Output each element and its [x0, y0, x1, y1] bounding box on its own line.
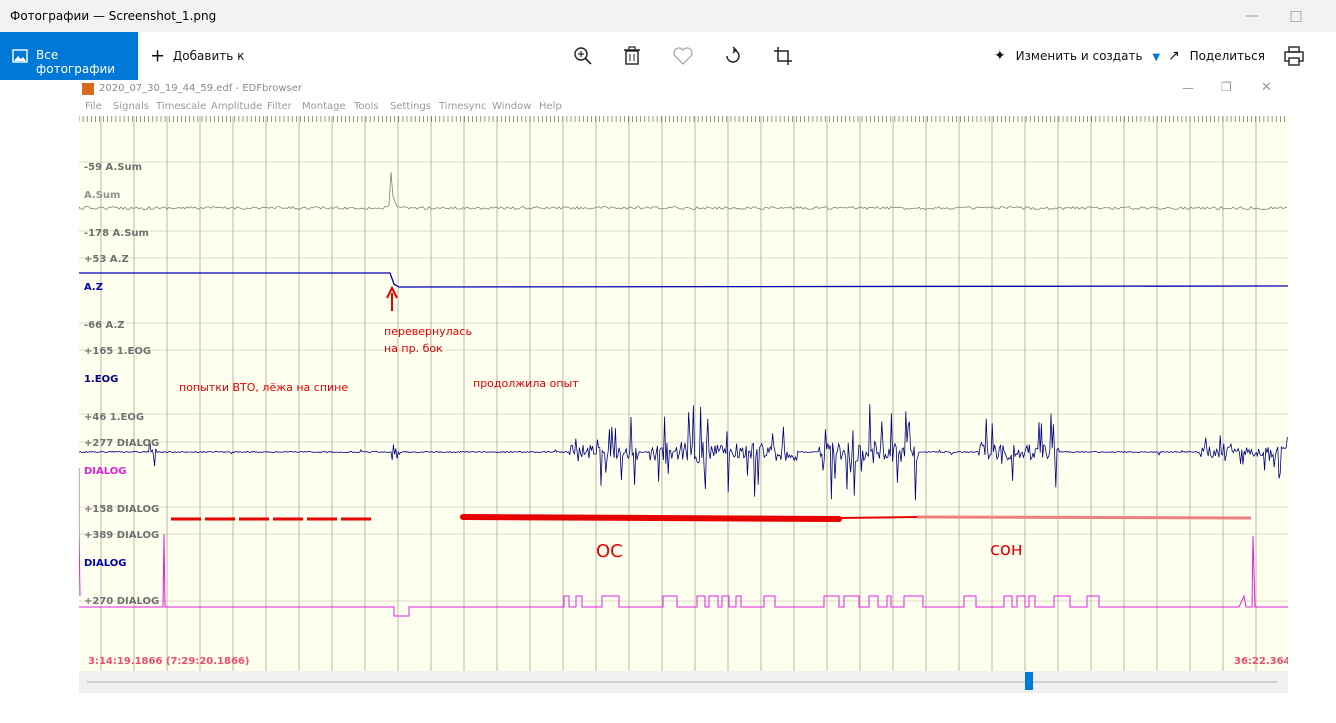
os-bar [460, 514, 842, 522]
annotation-continued: продолжила опыт [473, 377, 579, 390]
edit-create-label: Изменить и создать [1015, 49, 1143, 63]
annotation-sleep: сон [990, 539, 1023, 560]
menu-timescale[interactable]: Timescale [156, 101, 206, 112]
share-label: Поделиться [1189, 49, 1265, 63]
print-icon[interactable] [1282, 44, 1306, 68]
az-bottom-label: -66 A.Z [84, 320, 125, 331]
annotation-arrow [386, 285, 398, 311]
annotation-attempts: попытки ВТО, лёжа на спине [179, 381, 349, 394]
dialog2-name-label[interactable]: DIALOG [84, 558, 127, 569]
dialog1-name-label[interactable]: DIALOG [84, 466, 127, 477]
edf-app-icon [82, 83, 94, 95]
dialog1-bottom-label: +158 DIALOG [84, 504, 160, 515]
sleep-bar [916, 515, 1252, 520]
menu-file[interactable]: File [85, 101, 102, 112]
eog-name-label[interactable]: 1.EOG [84, 374, 118, 385]
menu-window[interactable]: Window [492, 101, 531, 112]
az-name-label[interactable]: A.Z [84, 282, 103, 293]
asum-top-label: -59 A.Sum [84, 162, 143, 173]
scrollbar-thumb[interactable] [1025, 672, 1033, 690]
crop-icon[interactable] [771, 44, 795, 68]
photos-toolbar: Все фотографии + Добавить к ✦ Изменить и… [0, 32, 1336, 80]
signal-plot[interactable]: -59 A.Sum A.Sum -178 A.Sum +53 A.Z A.Z -… [79, 116, 1288, 671]
az-trace [79, 272, 1288, 288]
eog-trace [79, 404, 1288, 501]
dialog2-bottom-label: +270 DIALOG [84, 596, 160, 607]
menu-help[interactable]: Help [539, 101, 562, 112]
menu-signals[interactable]: Signals [113, 101, 149, 112]
share-icon: ↗ [1168, 48, 1180, 64]
share-button[interactable]: ↗ Поделиться [1168, 46, 1265, 66]
menu-settings[interactable]: Settings [390, 101, 431, 112]
edf-menu-bar: File Signals Timescale Amplitude Filter … [79, 100, 1288, 114]
heart-icon[interactable] [671, 44, 695, 68]
edf-title-bar: 2020_07_30_19_44_59.edf - EDFbrowser — ❐… [79, 80, 1288, 98]
annotation-os: ОС [596, 541, 623, 562]
edit-create-button[interactable]: ✦ Изменить и создать ▼ [994, 46, 1160, 66]
add-to-label: Добавить к [172, 49, 245, 63]
annotation-turned-1: перевернулась [384, 325, 472, 338]
menu-timesync[interactable]: Timesync [439, 101, 486, 112]
az-top-label: +53 A.Z [84, 254, 129, 265]
minimize-icon[interactable]: — [1242, 6, 1262, 26]
edf-maximize-icon[interactable]: ❐ [1221, 80, 1232, 94]
all-photos-button[interactable]: Все фотографии [0, 32, 138, 80]
add-to-button[interactable]: + Добавить к [150, 46, 244, 66]
time-scrollbar[interactable] [79, 671, 1288, 693]
menu-tools[interactable]: Tools [354, 101, 379, 112]
menu-filter[interactable]: Filter [267, 101, 292, 112]
annotation-turned-2: на пр. бок [384, 342, 443, 355]
all-photos-label: Все фотографии [36, 48, 116, 76]
end-time-label: 36:22.3645 [1234, 656, 1288, 667]
dialog2-top-label: +389 DIALOG [84, 530, 160, 541]
zoom-in-icon[interactable] [571, 44, 595, 68]
menu-montage[interactable]: Montage [302, 101, 346, 112]
photo-icon [12, 49, 28, 63]
eog-top-label: +165 1.EOG [84, 346, 152, 357]
window-title: Фотографии — Screenshot_1.png [10, 9, 217, 23]
delete-icon[interactable] [620, 44, 644, 68]
os-tail-bar [838, 516, 918, 519]
scrollbar-track [87, 681, 1277, 683]
dialog1-trace [79, 468, 81, 597]
asum-bottom-label: -178 A.Sum [84, 228, 149, 239]
chevron-down-icon: ▼ [1152, 52, 1161, 63]
maximize-icon[interactable]: □ [1286, 6, 1306, 26]
edf-minimize-icon[interactable]: — [1182, 81, 1194, 95]
menu-amplitude[interactable]: Amplitude [211, 101, 262, 112]
edf-title: 2020_07_30_19_44_59.edf - EDFbrowser [99, 83, 303, 94]
eog-bottom-label: +46 1.EOG [84, 412, 145, 423]
edit-create-icon: ✦ [994, 48, 1006, 64]
asum-name-label[interactable]: A.Sum [84, 190, 120, 201]
plus-icon: + [150, 45, 166, 67]
dialog2-trace [79, 533, 1288, 617]
asum-trace [79, 171, 1288, 211]
dialog1-top-label: +277 DIALOG [84, 438, 160, 449]
title-bar: Фотографии — Screenshot_1.png — □ [0, 0, 1336, 32]
rotate-icon[interactable] [721, 44, 745, 68]
start-time-label: 3:14:19.1866 (7:29:20.1866) [88, 656, 250, 667]
edf-close-icon[interactable]: ✕ [1261, 80, 1272, 95]
